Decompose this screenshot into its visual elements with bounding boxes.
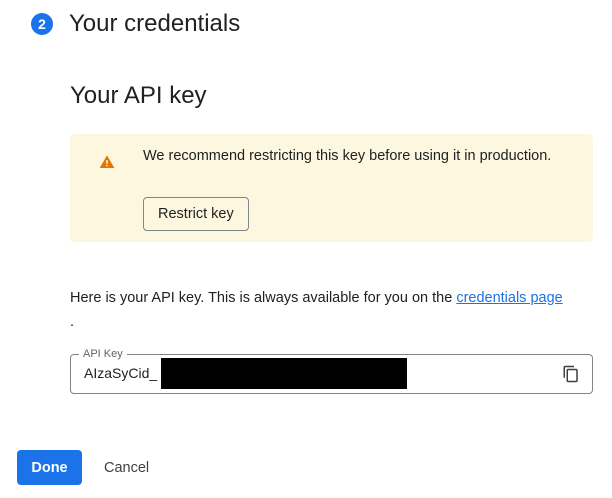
api-key-field-label: API Key [79,347,127,361]
api-key-info: Here is your API key. This is always ava… [70,286,600,334]
step-number-badge: 2 [31,13,53,35]
copy-icon[interactable] [562,365,580,383]
info-text-after: . [70,314,75,330]
step-title: Your credentials [69,10,241,37]
credentials-step: 2 Your credentials Your API key We recom… [0,0,612,498]
restrict-key-button[interactable]: Restrict key [143,197,249,231]
warning-icon [99,155,115,168]
cancel-button[interactable]: Cancel [92,450,161,485]
done-button[interactable]: Done [17,450,82,485]
warning-message: We recommend restricting this key before… [143,148,552,164]
warning-banner: We recommend restricting this key before… [70,134,593,242]
api-key-value[interactable]: AIzaSyCid_ [84,365,157,381]
section-title: Your API key [70,82,207,109]
info-text-before: Here is your API key. This is always ava… [70,290,457,306]
redaction-block [161,358,407,389]
credentials-page-link[interactable]: credentials page [456,290,562,306]
step-header: 2 Your credentials [31,8,240,40]
api-key-field[interactable]: API Key AIzaSyCid_ [70,347,593,394]
